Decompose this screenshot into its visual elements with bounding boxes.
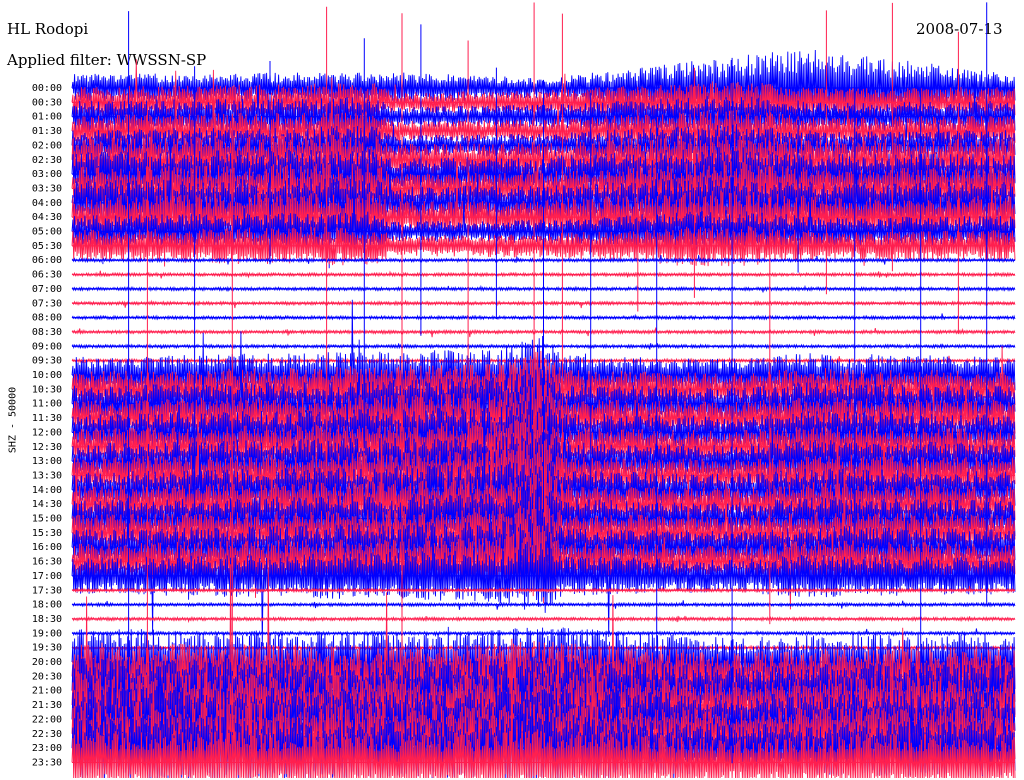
row-time-label: 03:00 <box>32 169 62 180</box>
row-time-label: 04:00 <box>32 198 62 209</box>
row-time-label: 15:00 <box>32 514 62 525</box>
row-time-label: 11:30 <box>32 413 62 424</box>
row-time-label: 18:30 <box>32 614 62 625</box>
row-time-label: 01:30 <box>32 126 62 137</box>
row-time-label: 03:30 <box>32 183 62 194</box>
row-time-label: 01:00 <box>32 112 62 123</box>
row-time-label: 22:30 <box>32 729 62 740</box>
row-time-label: 02:00 <box>32 140 62 151</box>
row-time-label: 21:30 <box>32 700 62 711</box>
row-time-label: 06:00 <box>32 255 62 266</box>
row-time-label: 11:00 <box>32 399 62 410</box>
row-time-label: 16:30 <box>32 557 62 568</box>
row-time-label: 16:00 <box>32 542 62 553</box>
row-time-label: 19:30 <box>32 643 62 654</box>
row-time-label: 08:00 <box>32 313 62 324</box>
row-time-label: 04:30 <box>32 212 62 223</box>
row-time-label: 07:00 <box>32 284 62 295</box>
row-time-label: 10:30 <box>32 384 62 395</box>
row-time-label: 13:30 <box>32 470 62 481</box>
row-time-label: 06:30 <box>32 270 62 281</box>
row-time-label: 12:00 <box>32 427 62 438</box>
row-time-label: 00:30 <box>32 97 62 108</box>
row-time-label: 09:30 <box>32 356 62 367</box>
row-time-label: 15:30 <box>32 528 62 539</box>
row-time-label: 14:30 <box>32 499 62 510</box>
row-time-label: 22:00 <box>32 714 62 725</box>
row-time-label: 18:00 <box>32 600 62 611</box>
row-time-label: 08:30 <box>32 327 62 338</box>
row-time-label: 17:00 <box>32 571 62 582</box>
row-time-label: 05:30 <box>32 241 62 252</box>
row-time-label: 12:30 <box>32 442 62 453</box>
row-time-label: 13:00 <box>32 456 62 467</box>
plot-area: 00:00 00:30 01:00 01:30 02:00 02:30 03:00 03:30… <box>32 2 1016 779</box>
row-time-label: 07:30 <box>32 298 62 309</box>
row-time-label: 10:00 <box>32 370 62 381</box>
row-time-label: 05:00 <box>32 227 62 238</box>
row-time-label: 23:30 <box>32 757 62 768</box>
row-time-label: 19:00 <box>32 628 62 639</box>
row-time-label: 21:00 <box>32 686 62 697</box>
row-time-label: 17:30 <box>32 585 62 596</box>
row-time-label: 14:00 <box>32 485 62 496</box>
row-time-label: 02:30 <box>32 155 62 166</box>
row-time-label: 09:00 <box>32 341 62 352</box>
row-time-label: 20:30 <box>32 671 62 682</box>
row-time-label: 23:00 <box>32 743 62 754</box>
row-time-label: 20:00 <box>32 657 62 668</box>
row-time-label: 00:00 <box>32 83 62 94</box>
helicorder-chart: HL Rodopi 2008-07-13 Applied filter: WWS… <box>0 0 1024 780</box>
